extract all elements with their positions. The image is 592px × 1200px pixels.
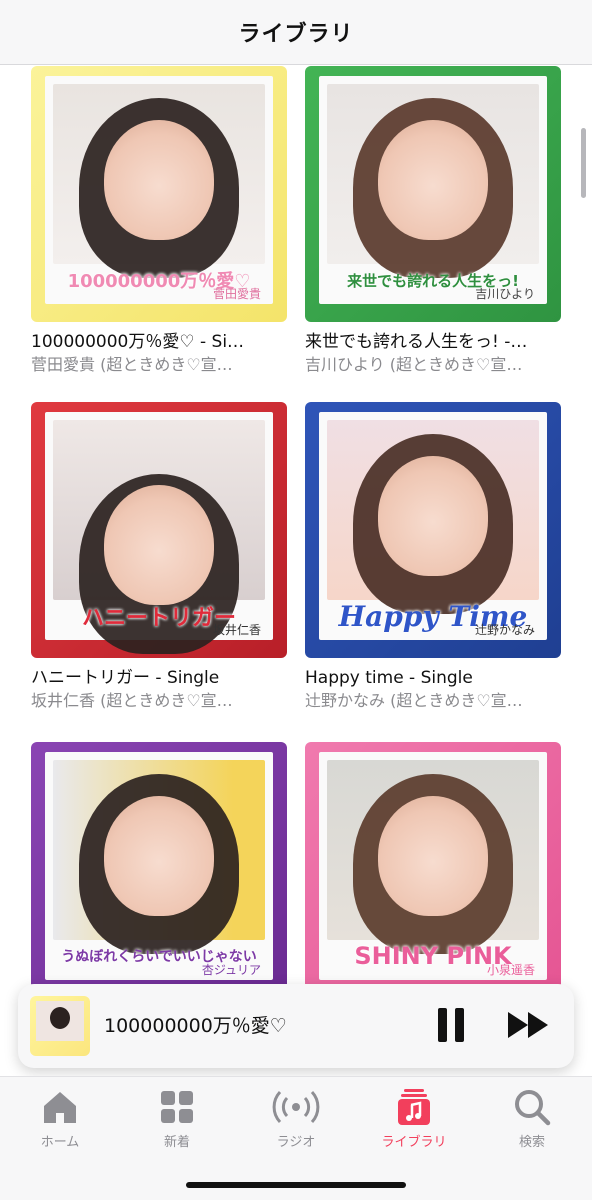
tab-label: ホーム — [40, 1135, 80, 1150]
album-grid[interactable]: 100000000万％愛♡ 菅田愛貴 100000000万％愛♡ - Si… 菅… — [0, 64, 592, 1064]
forward-icon — [508, 1012, 548, 1038]
grid-icon — [161, 1091, 193, 1123]
tab-library[interactable]: ライブラリ — [374, 1087, 454, 1150]
tab-label: ライブラリ — [381, 1135, 447, 1150]
pause-icon — [438, 1008, 447, 1042]
album-title: 来世でも誇れる人生をっ! -… — [305, 332, 528, 352]
album-artist: 吉川ひより (超ときめき♡宣… — [305, 355, 523, 374]
tab-search[interactable]: 検索 — [492, 1087, 572, 1150]
artwork-artist: 杏ジュリア — [201, 963, 261, 977]
tab-label: 検索 — [518, 1135, 545, 1150]
tab-new[interactable]: 新着 — [137, 1087, 217, 1150]
album-artwork[interactable]: うぬぼれくらいでいいじゃない 杏ジュリア — [31, 742, 287, 998]
search-icon — [515, 1090, 551, 1126]
pause-button[interactable] — [436, 1008, 466, 1042]
artwork-artist: 坂井仁香 — [212, 623, 261, 637]
now-playing-artwork[interactable] — [30, 996, 90, 1056]
album-artwork[interactable]: ハニートリガー 坂井仁香 — [31, 402, 287, 658]
radio-icon — [272, 1090, 320, 1124]
pause-icon-bar — [455, 1008, 464, 1042]
album-artwork[interactable]: 100000000万％愛♡ 菅田愛貴 — [31, 66, 287, 322]
artwork-artist: 小泉遥香 — [486, 963, 535, 977]
scrollbar[interactable] — [581, 128, 586, 198]
album-artist: 菅田愛貴 (超ときめき♡宣… — [31, 355, 233, 374]
home-indicator[interactable] — [186, 1182, 406, 1188]
album-title: Happy time - Single — [305, 668, 473, 688]
library-icon — [398, 1089, 430, 1125]
artwork-artist: 菅田愛貴 — [212, 287, 261, 301]
album-artwork[interactable]: Happy Time 辻野かなみ — [305, 402, 561, 658]
artwork-artist: 吉川ひより — [475, 287, 535, 301]
nav-header: ライブラリ — [0, 0, 592, 65]
tab-label: 新着 — [163, 1135, 190, 1150]
album-title: 100000000万％愛♡ - Si… — [31, 332, 245, 352]
mini-player[interactable]: 100000000万％愛♡ — [18, 984, 574, 1068]
album-title: ハニートリガー - Single — [31, 668, 220, 688]
now-playing-title[interactable]: 100000000万％愛♡ — [104, 984, 287, 1068]
home-icon — [44, 1092, 76, 1123]
tab-label: ラジオ — [276, 1135, 316, 1150]
page-title: ライブラリ — [238, 22, 354, 47]
album-artist: 坂井仁香 (超ときめき♡宣… — [31, 691, 233, 710]
album-artwork[interactable]: 来世でも誇れる人生をっ! 吉川ひより — [305, 66, 561, 322]
next-track-button[interactable] — [506, 1010, 552, 1040]
album-artwork[interactable]: SHINY PINK 小泉遥香 — [305, 742, 561, 998]
tab-home[interactable]: ホーム — [20, 1087, 100, 1150]
album-artist: 辻野かなみ (超ときめき♡宣… — [305, 691, 523, 710]
artwork-artist: 辻野かなみ — [474, 623, 535, 637]
tab-radio[interactable]: ラジオ — [256, 1087, 336, 1150]
